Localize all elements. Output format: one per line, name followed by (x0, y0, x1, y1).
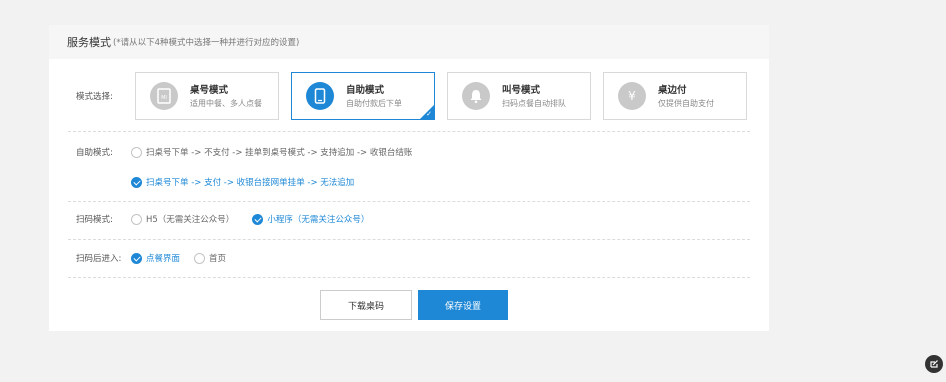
mode-cards: MI 桌号模式 适用中餐、多人点餐 自助模式 自助付款后下单 ✓ 叫号模式 扫码… (135, 72, 747, 120)
scan-mode-option-h5[interactable]: H5（无需关注公众号） (131, 213, 234, 225)
edit-icon (930, 360, 938, 368)
mode-card-title: 桌边付 (658, 84, 687, 96)
option-text: H5（无需关注公众号） (146, 215, 235, 225)
save-settings-button[interactable]: 保存设置 (418, 290, 508, 320)
panel-note: (*请从以下4种模式中选择一种并进行对应的设置) (113, 38, 300, 48)
floating-action-button[interactable] (925, 355, 943, 373)
option-text: 扫桌号下单 -> 不支付 -> 挂单到桌号模式 -> 支持追加 -> 收银台结账 (146, 148, 413, 158)
scan-mode-row: 扫码模式: H5（无需关注公众号） 小程序（无需关注公众号） (68, 212, 750, 226)
panel-header: 服务模式 (*请从以下4种模式中选择一种并进行对应的设置) (49, 25, 769, 59)
self-service-option-2[interactable]: 扫桌号下单 -> 支付 -> 收银台接网单挂单 -> 无法追加 (131, 176, 354, 188)
radio-unchecked[interactable] (131, 213, 142, 225)
divider (68, 201, 750, 202)
mode-card-tableside-pay[interactable]: ¥ 桌边付 仅提供自助支付 (603, 72, 747, 120)
mode-card-table[interactable]: MI 桌号模式 适用中餐、多人点餐 (135, 72, 279, 120)
action-buttons: 下载桌码 保存设置 (320, 290, 508, 320)
scan-mode-label: 扫码模式: (76, 215, 113, 225)
divider (68, 277, 750, 278)
mode-card-self-service[interactable]: 自助模式 自助付款后下单 ✓ (291, 72, 435, 120)
mode-card-title: 叫号模式 (502, 84, 541, 96)
after-scan-row: 扫码后进入: 点餐界面 首页 (68, 251, 750, 265)
self-service-row: 自助模式: 扫桌号下单 -> 不支付 -> 挂单到桌号模式 -> 支持追加 ->… (68, 145, 750, 159)
radio-unchecked[interactable] (131, 146, 142, 158)
mode-card-desc: 适用中餐、多人点餐 (190, 98, 262, 108)
divider (68, 131, 750, 132)
mode-card-desc: 仅提供自助支付 (658, 98, 714, 108)
phone-icon (306, 82, 334, 110)
radio-unchecked[interactable] (194, 252, 206, 264)
check-icon: ✓ (426, 110, 432, 118)
mode-card-call-number[interactable]: 叫号模式 扫码点餐自动排队 (447, 72, 591, 120)
after-scan-label: 扫码后进入: (76, 254, 122, 264)
option-text: 小程序（无需关注公众号） (267, 215, 370, 225)
mode-card-desc: 自助付款后下单 (346, 98, 402, 108)
mode-card-desc: 扫码点餐自动排队 (502, 98, 566, 108)
radio-checked[interactable] (131, 252, 142, 264)
radio-checked[interactable] (131, 176, 142, 188)
radio-checked[interactable] (252, 213, 264, 225)
self-service-label: 自助模式: (76, 148, 113, 158)
panel-title: 服务模式 (67, 36, 111, 49)
bell-icon (462, 82, 490, 110)
mode-card-title: 桌号模式 (190, 84, 229, 96)
download-qrcode-button[interactable]: 下载桌码 (320, 290, 412, 320)
self-service-row-2: 扫桌号下单 -> 支付 -> 收银台接网单挂单 -> 无法追加 (68, 175, 750, 189)
mode-label: 模式选择: (76, 92, 113, 102)
option-text: 扫桌号下单 -> 支付 -> 收银台接网单挂单 -> 无法追加 (146, 178, 355, 188)
self-service-option-1[interactable]: 扫桌号下单 -> 不支付 -> 挂单到桌号模式 -> 支持追加 -> 收银台结账 (131, 146, 412, 158)
scan-mode-option-miniprogram[interactable]: 小程序（无需关注公众号） (252, 213, 369, 225)
option-text: 首页 (209, 254, 227, 264)
mode-row: 模式选择: MI 桌号模式 适用中餐、多人点餐 自助模式 自助付款后下单 ✓ 叫… (68, 71, 750, 121)
service-mode-panel: 服务模式 (*请从以下4种模式中选择一种并进行对应的设置) 模式选择: MI 桌… (49, 25, 769, 331)
table-card-icon: MI (150, 82, 178, 110)
svg-text:MI: MI (161, 95, 167, 101)
after-scan-option-order[interactable]: 点餐界面 (131, 252, 180, 264)
yen-icon: ¥ (618, 82, 646, 110)
option-text: 点餐界面 (146, 254, 181, 264)
divider (68, 239, 750, 240)
mode-card-title: 自助模式 (346, 84, 385, 96)
after-scan-option-home[interactable]: 首页 (194, 252, 226, 264)
